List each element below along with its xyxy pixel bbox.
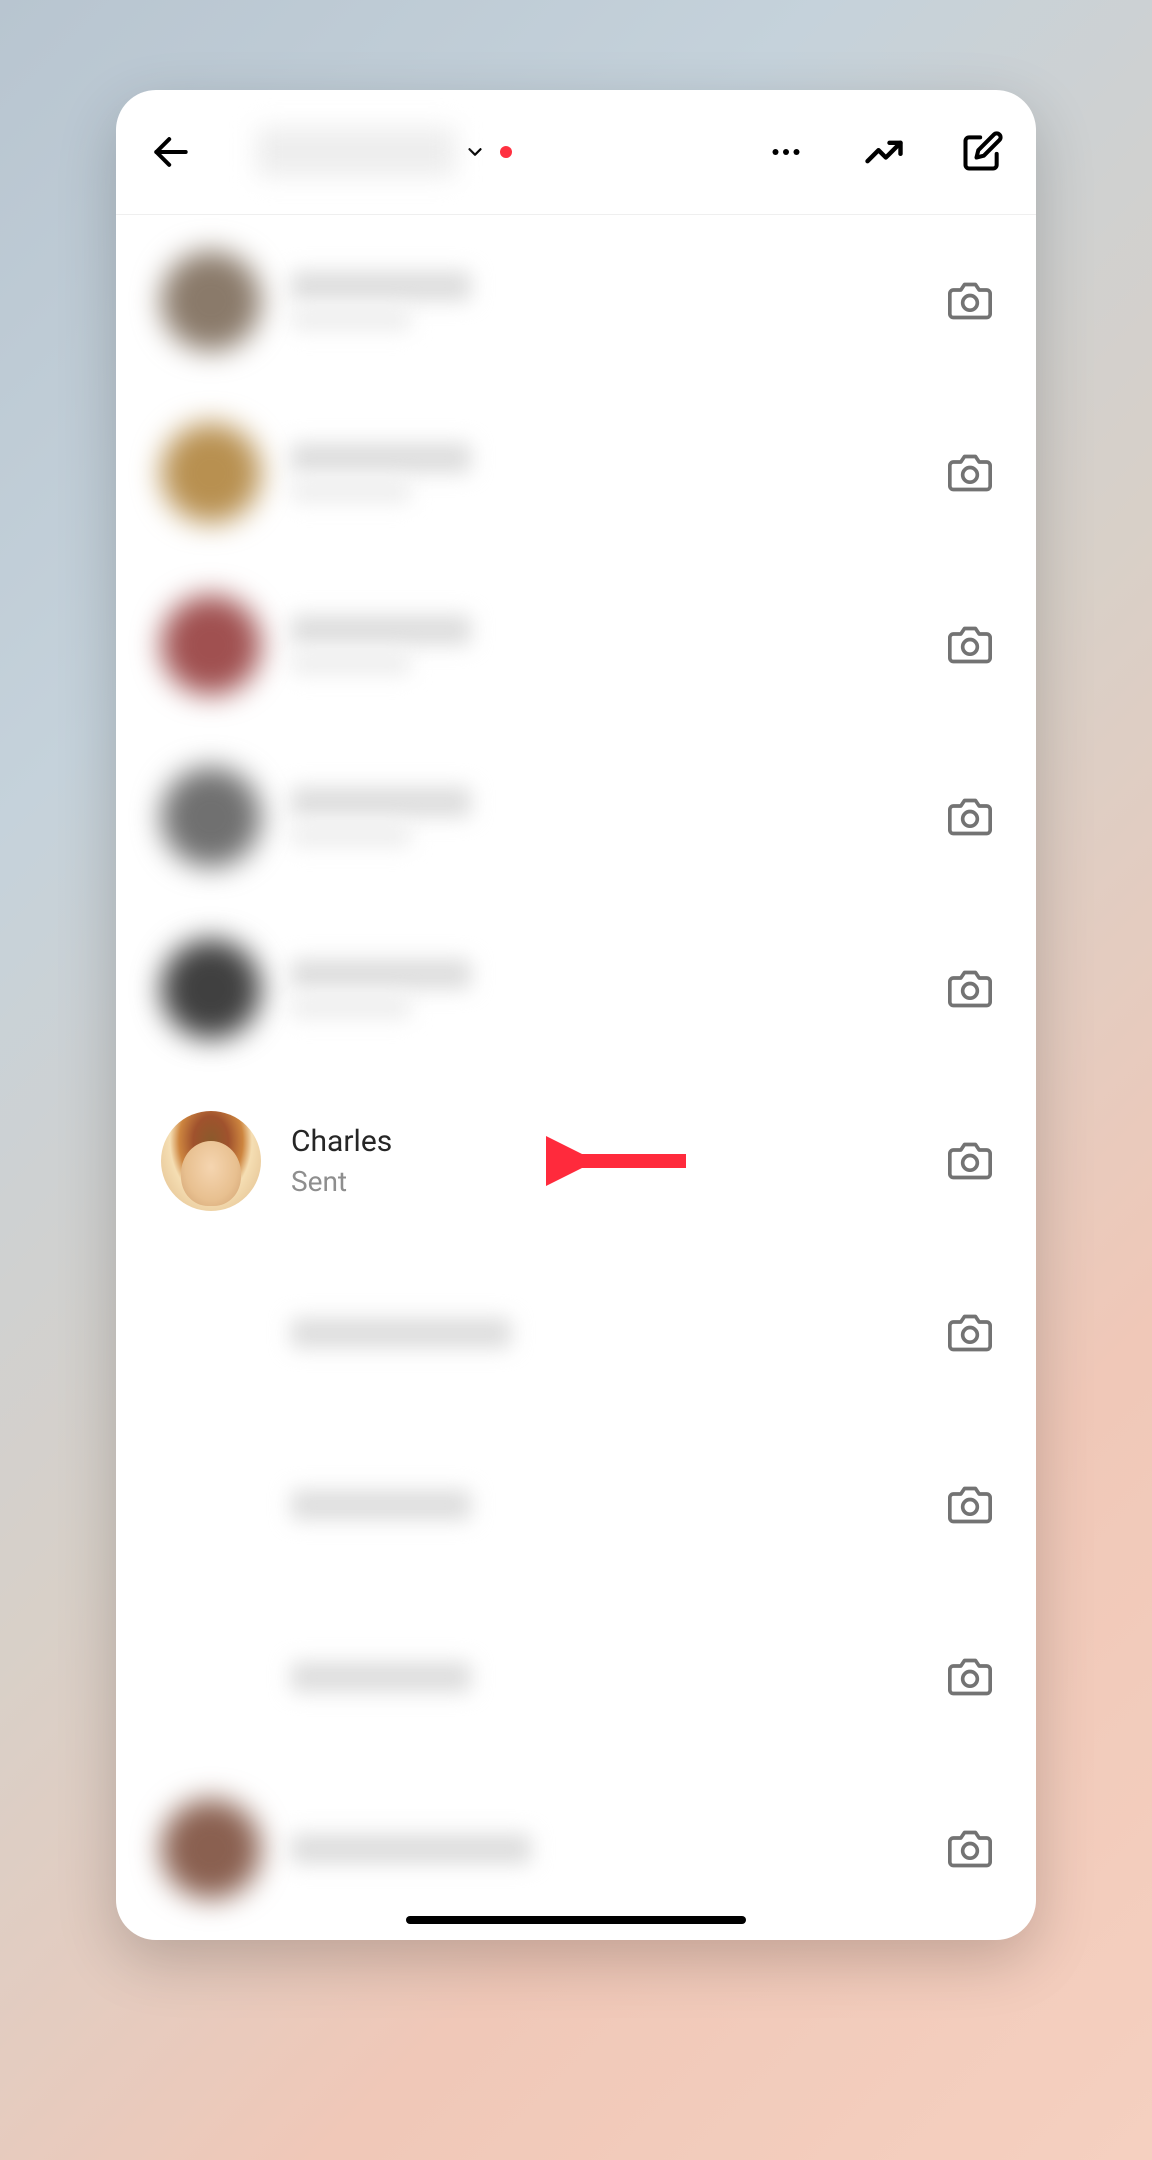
camera-button[interactable] xyxy=(944,447,996,499)
conversation-status-redacted xyxy=(291,651,411,675)
camera-button[interactable] xyxy=(944,275,996,327)
conversation-row[interactable] xyxy=(116,903,1036,1075)
header-actions xyxy=(762,128,1006,176)
camera-icon xyxy=(948,1311,992,1355)
camera-button[interactable] xyxy=(944,791,996,843)
camera-icon xyxy=(948,1139,992,1183)
camera-button[interactable] xyxy=(944,1307,996,1359)
back-button[interactable] xyxy=(146,127,196,177)
conversation-status-redacted xyxy=(291,479,411,503)
compose-button[interactable] xyxy=(958,128,1006,176)
row-text xyxy=(291,615,914,675)
conversation-row[interactable] xyxy=(116,215,1036,387)
compose-icon xyxy=(960,130,1004,174)
conversation-status: Sent xyxy=(291,1165,914,1198)
camera-icon xyxy=(948,1827,992,1871)
conversation-row[interactable] xyxy=(116,559,1036,731)
camera-icon xyxy=(948,623,992,667)
camera-icon xyxy=(948,795,992,839)
avatar xyxy=(161,423,261,523)
username-redacted xyxy=(256,127,456,177)
avatar xyxy=(161,767,261,867)
avatar xyxy=(161,1627,261,1727)
conversation-name-redacted xyxy=(291,443,471,473)
camera-button[interactable] xyxy=(944,1135,996,1187)
avatar xyxy=(161,939,261,1039)
conversation-name: Charles xyxy=(291,1124,914,1159)
conversation-name-redacted xyxy=(291,1834,531,1864)
row-text xyxy=(291,1662,914,1692)
conversation-status-redacted xyxy=(291,823,411,847)
conversation-name-redacted xyxy=(291,1318,511,1348)
camera-icon xyxy=(948,1655,992,1699)
conversation-row[interactable] xyxy=(116,731,1036,903)
row-text xyxy=(291,787,914,847)
camera-button[interactable] xyxy=(944,1651,996,1703)
row-text: Charles Sent xyxy=(291,1124,914,1198)
row-text xyxy=(291,959,914,1019)
conversation-name-redacted xyxy=(291,615,471,645)
conversation-list[interactable]: Charles Sent xyxy=(116,215,1036,1940)
avatar xyxy=(161,595,261,695)
avatar xyxy=(161,251,261,351)
conversation-name-redacted xyxy=(291,959,471,989)
camera-icon xyxy=(948,451,992,495)
row-text xyxy=(291,443,914,503)
camera-button[interactable] xyxy=(944,619,996,671)
arrow-left-icon xyxy=(149,130,193,174)
home-indicator[interactable] xyxy=(406,1916,746,1924)
avatar xyxy=(161,1111,261,1211)
conversation-row[interactable] xyxy=(116,1591,1036,1763)
camera-icon xyxy=(948,1483,992,1527)
conversation-name-redacted xyxy=(291,1662,471,1692)
chevron-down-icon xyxy=(464,141,486,163)
camera-button[interactable] xyxy=(944,1823,996,1875)
conversation-name-redacted xyxy=(291,271,471,301)
conversation-row[interactable] xyxy=(116,1419,1036,1591)
camera-icon xyxy=(948,279,992,323)
conversation-status-redacted xyxy=(291,307,411,331)
conversation-status-redacted xyxy=(291,995,411,1019)
dm-inbox-screen: Charles Sent xyxy=(116,90,1036,1940)
avatar xyxy=(161,1455,261,1555)
avatar xyxy=(161,1799,261,1899)
conversation-row[interactable] xyxy=(116,1763,1036,1935)
camera-icon xyxy=(948,967,992,1011)
conversation-row[interactable] xyxy=(116,387,1036,559)
row-text xyxy=(291,1834,914,1864)
notification-dot-icon xyxy=(500,146,512,158)
trending-up-icon xyxy=(862,130,906,174)
row-text xyxy=(291,271,914,331)
header xyxy=(116,90,1036,215)
conversation-name-redacted xyxy=(291,1490,471,1520)
more-options-button[interactable] xyxy=(762,128,810,176)
camera-button[interactable] xyxy=(944,1479,996,1531)
ellipsis-icon xyxy=(768,134,804,170)
conversation-name-redacted xyxy=(291,787,471,817)
conversation-row-charles[interactable]: Charles Sent xyxy=(116,1075,1036,1247)
camera-button[interactable] xyxy=(944,963,996,1015)
account-switcher[interactable] xyxy=(216,127,742,177)
activity-button[interactable] xyxy=(860,128,908,176)
conversation-row[interactable] xyxy=(116,1247,1036,1419)
avatar xyxy=(161,1283,261,1383)
row-text xyxy=(291,1318,914,1348)
row-text xyxy=(291,1490,914,1520)
